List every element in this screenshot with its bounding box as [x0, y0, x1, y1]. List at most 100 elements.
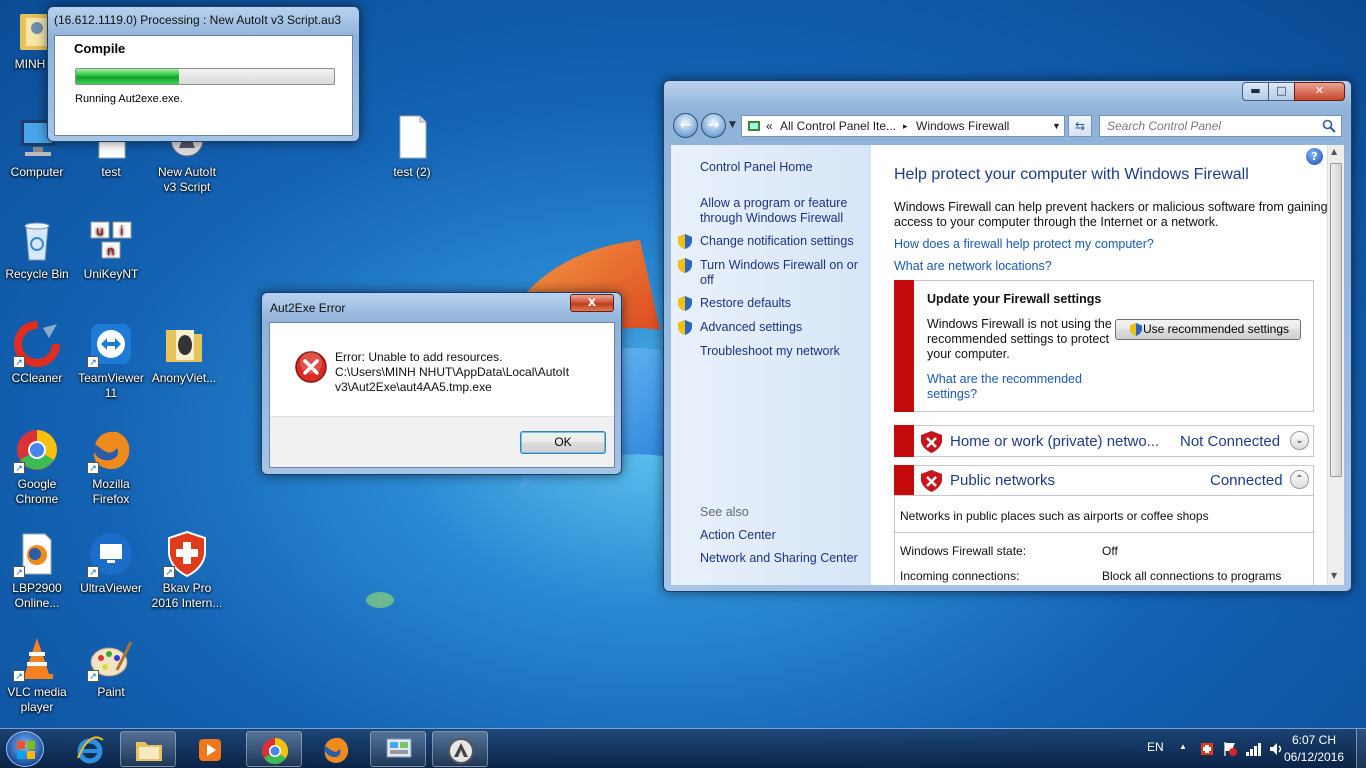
back-arrow-icon: ← — [679, 117, 692, 133]
shortcut-arrow-icon: ↗ — [163, 566, 175, 578]
desktop-icon-unikey[interactable]: u i n UniKeyNT — [75, 216, 147, 282]
shortcut-arrow-icon: ↗ — [87, 566, 99, 578]
desktop-icon-paint[interactable]: ↗ Paint — [75, 634, 147, 700]
shortcut-arrow-icon: ↗ — [13, 670, 25, 682]
desktop-icon-vlc[interactable]: ↗ VLC media player — [1, 634, 73, 715]
warning-color-bar — [894, 280, 914, 412]
recommended-button-label: Use recommended settings — [1142, 322, 1290, 336]
public-network-color-bar — [894, 465, 914, 495]
address-dropdown-icon[interactable]: ▼ — [1052, 116, 1061, 136]
folder-icon — [136, 742, 162, 761]
expand-chevron-down-icon[interactable]: ⌄ — [1290, 431, 1309, 450]
change-notification-link[interactable]: Change notification settings — [700, 234, 854, 249]
desktop-icon-recycle-bin[interactable]: Recycle Bin — [1, 216, 73, 282]
ultraviewer-icon: ↗ — [87, 530, 135, 578]
html-file-icon: ↗ — [13, 530, 61, 578]
recycle-bin-icon — [13, 216, 61, 264]
input-language-indicator[interactable]: EN — [1147, 740, 1164, 754]
compile-progress-bar — [75, 68, 335, 85]
breadcrumb-all-control-panel[interactable]: All Control Panel Ite... — [780, 116, 896, 136]
refresh-icon: ⇆ — [1074, 119, 1086, 133]
chrome-icon — [262, 737, 289, 765]
chrome-icon: ↗ — [13, 426, 61, 474]
network-sharing-center-link[interactable]: Network and Sharing Center — [700, 551, 858, 566]
breadcrumb-windows-firewall[interactable]: Windows Firewall — [916, 116, 1009, 136]
home-network-status: Not Connected — [1180, 433, 1281, 450]
desktop-icon-teamviewer[interactable]: ↗ TeamViewer 11 — [75, 320, 147, 401]
scroll-down-arrow-icon[interactable]: ▼ — [1331, 571, 1337, 580]
desktop-icon-bkav[interactable]: ↗ Bkav Pro 2016 Intern... — [151, 530, 223, 611]
back-button[interactable]: ← — [673, 113, 698, 138]
restore-defaults-link[interactable]: Restore defaults — [700, 296, 791, 311]
how-firewall-helps-link[interactable]: How does a firewall help protect my comp… — [894, 237, 1154, 252]
public-network-label[interactable]: Public networks — [950, 472, 1055, 489]
network-icon[interactable] — [1245, 741, 1261, 757]
desktop-icon-chrome[interactable]: ↗ Google Chrome — [1, 426, 73, 507]
incoming-connections-value: Block all connections to programs — [1102, 569, 1282, 583]
breadcrumb-separator[interactable]: ▸ — [903, 116, 908, 136]
home-network-color-bar — [894, 425, 914, 457]
taskbar-firefox[interactable] — [308, 731, 364, 767]
desktop-icon-firefox[interactable]: ↗ Mozilla Firefox — [75, 426, 147, 507]
firefox-icon — [324, 737, 349, 763]
control-panel-home-link[interactable]: Control Panel Home — [700, 160, 813, 175]
show-desktop-button[interactable] — [1356, 729, 1366, 768]
advanced-settings-link[interactable]: Advanced settings — [700, 320, 802, 335]
error-dialog-body: Error: Unable to add resources. C:\Users… — [269, 322, 615, 468]
taskbar-autoit[interactable] — [432, 731, 488, 767]
action-center-link[interactable]: Action Center — [700, 528, 776, 543]
desktop-icon-anonyviet[interactable]: AnonyViet... — [148, 320, 220, 386]
recommended-settings-link-line2[interactable]: settings? — [927, 387, 977, 402]
clock-time[interactable]: 6:07 CH — [1280, 733, 1348, 747]
turn-firewall-link-line2[interactable]: off — [700, 273, 714, 288]
start-button[interactable] — [6, 731, 44, 767]
forward-button[interactable]: → — [701, 113, 726, 138]
bkav-shield-icon: ↗ — [163, 530, 211, 578]
recommended-settings-link-line1[interactable]: What are the recommended — [927, 372, 1082, 387]
public-network-description: Networks in public places such as airpor… — [900, 509, 1209, 523]
search-icon[interactable] — [1322, 119, 1336, 136]
refresh-button[interactable]: ⇆ — [1068, 115, 1092, 137]
show-hidden-icons-button[interactable]: ▲ — [1179, 742, 1187, 751]
minimize-button[interactable]: ▬ — [1242, 82, 1269, 101]
clock-date[interactable]: 06/12/2016 — [1280, 750, 1348, 764]
progress-window-body: Compile Running Aut2exe.exe. — [54, 35, 353, 136]
desktop-icon-lbp2900[interactable]: ↗ LBP2900 Online... — [1, 530, 73, 611]
vertical-scrollbar[interactable]: ▲ ▼ — [1327, 145, 1344, 585]
close-button[interactable]: ✕ — [1294, 82, 1345, 101]
help-button[interactable]: ? — [1306, 148, 1323, 165]
scroll-thumb[interactable] — [1330, 163, 1342, 477]
paint-palette-icon: ↗ — [87, 634, 135, 682]
aut2exe-error-dialog[interactable]: Aut2Exe Error x Error: Unable to add res… — [261, 292, 622, 475]
error-dialog-close-button[interactable]: x — [570, 294, 614, 312]
address-bar[interactable]: « All Control Panel Ite... ▸ Windows Fir… — [741, 115, 1065, 137]
turn-firewall-link-line1[interactable]: Turn Windows Firewall on or — [700, 258, 858, 273]
troubleshoot-network-link[interactable]: Troubleshoot my network — [700, 344, 840, 359]
windows-logo-icon — [17, 741, 35, 759]
taskbar-windows-explorer[interactable] — [120, 731, 176, 767]
desktop-icon-ccleaner[interactable]: ↗ CCleaner — [1, 320, 73, 386]
collapse-chevron-up-icon[interactable]: ⌃ — [1290, 470, 1309, 489]
update-settings-title: Update your Firewall settings — [927, 292, 1102, 306]
use-recommended-settings-button[interactable]: Use recommended settings — [1115, 319, 1301, 340]
taskbar-control-panel[interactable] — [370, 731, 426, 767]
scroll-up-arrow-icon[interactable]: ▲ — [1331, 147, 1337, 156]
allow-program-link-line2[interactable]: through Windows Firewall — [700, 211, 843, 226]
taskbar-media-player[interactable] — [182, 731, 238, 767]
address-prefix[interactable]: « — [766, 116, 773, 136]
ok-button[interactable]: OK — [520, 431, 606, 454]
see-also-heading: See also — [700, 505, 749, 519]
recent-pages-chevron-icon[interactable]: ▼ — [729, 120, 736, 130]
maximize-button[interactable]: □ — [1268, 82, 1295, 101]
desktop-icon-test-2[interactable]: test (2) — [376, 114, 448, 180]
taskbar-internet-explorer[interactable] — [62, 731, 118, 767]
antivirus-tray-icon[interactable] — [1199, 741, 1215, 757]
taskbar-chrome[interactable] — [246, 731, 302, 767]
allow-program-link-line1[interactable]: Allow a program or feature — [700, 196, 847, 211]
error-dialog-footer: OK — [270, 416, 614, 467]
desktop-icon-ultraviewer[interactable]: ↗ UltraViewer — [75, 530, 147, 596]
search-input[interactable]: Search Control Panel — [1099, 115, 1342, 137]
network-locations-link[interactable]: What are network locations? — [894, 259, 1052, 274]
action-center-flag-icon[interactable] — [1222, 741, 1238, 757]
compile-progress-window[interactable]: (16.612.1119.0) Processing : New AutoIt … — [47, 6, 360, 142]
